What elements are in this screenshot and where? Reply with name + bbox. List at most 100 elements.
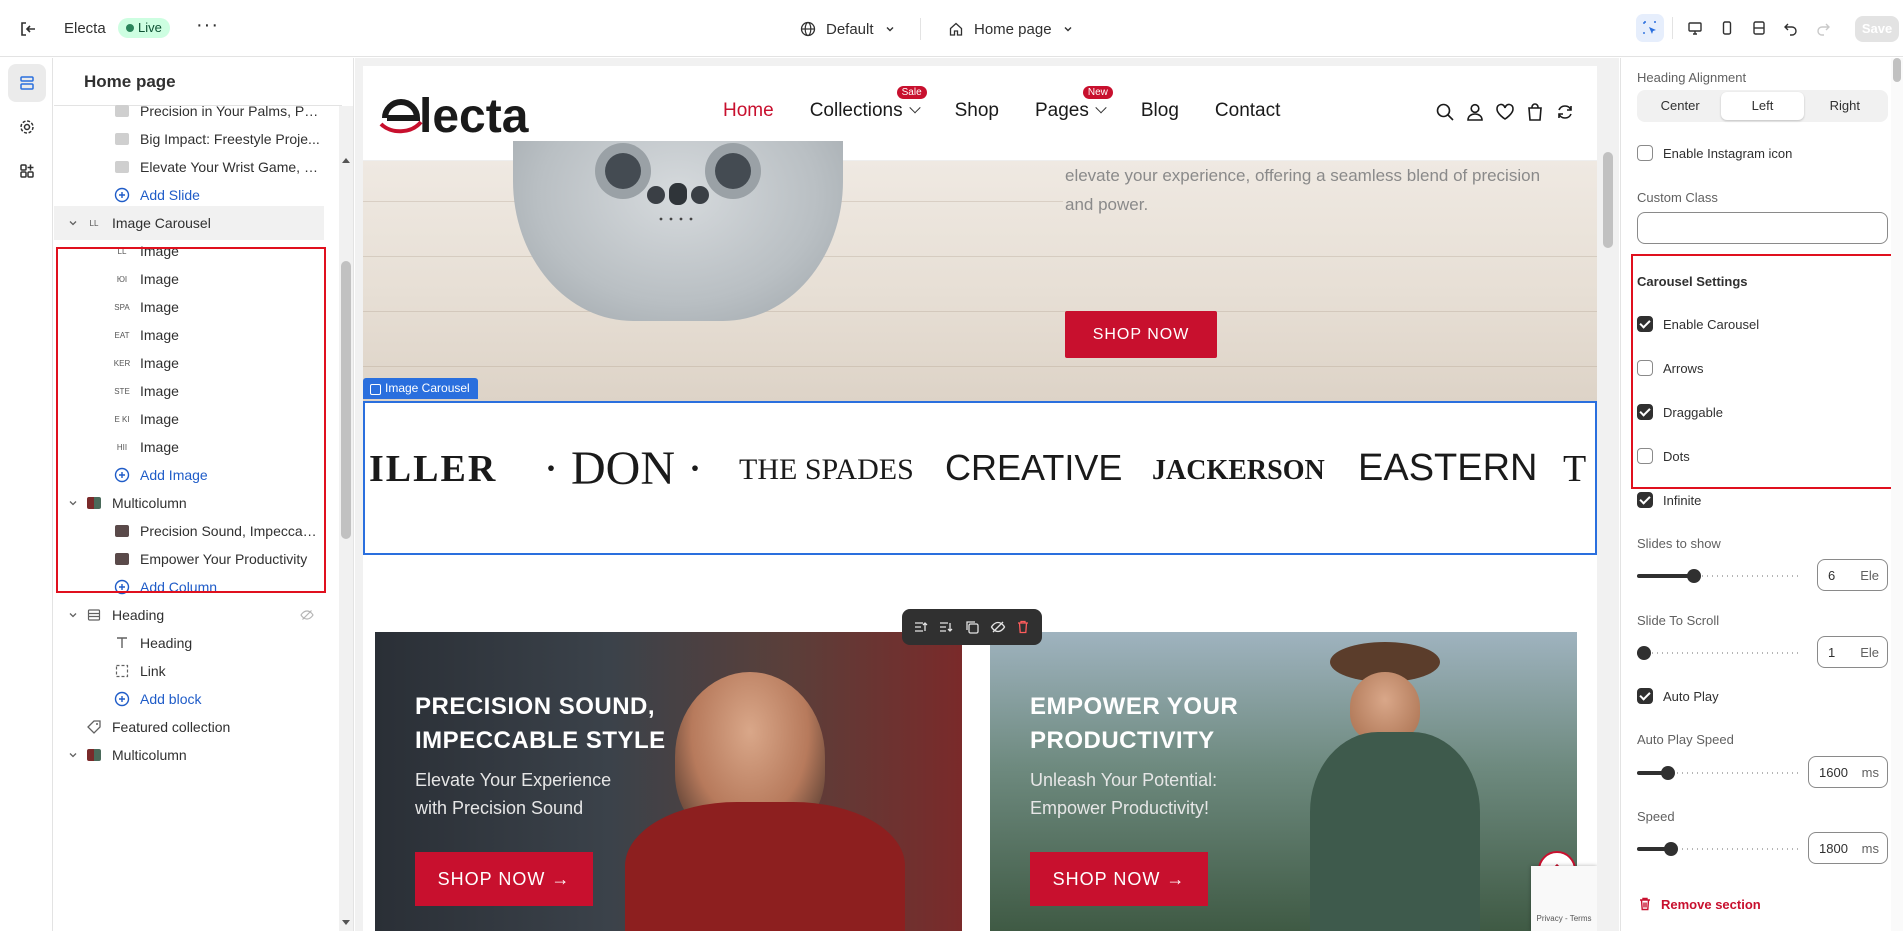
chevron-down-icon[interactable] [68,218,78,228]
slides-to-show-value: 6 [1828,567,1836,583]
nav-item[interactable]: Pages New [1035,86,1113,122]
tree-item-label: Image Carousel [112,215,211,231]
slides-to-show-slider[interactable] [1637,568,1801,584]
arrows-checkbox[interactable] [1637,360,1653,376]
move-down-icon[interactable] [938,619,954,635]
align-left-option[interactable]: Left [1721,92,1804,120]
account-icon[interactable] [1465,102,1485,122]
banner-subtitle-line: Empower Productivity! [1030,798,1210,818]
hide-eye-icon[interactable] [990,619,1006,635]
full-width-view-icon[interactable] [1745,14,1773,42]
slide-to-scroll-slider[interactable] [1637,645,1801,661]
page-selector[interactable]: Home page [948,19,1074,39]
desktop-view-icon[interactable] [1681,14,1709,42]
slider-knob[interactable] [1664,842,1678,856]
unit-label: ms [1861,840,1879,856]
tree-scrollbar[interactable] [339,106,353,931]
chevron-down-icon[interactable] [68,750,78,760]
banner-shop-now-button[interactable]: SHOP NOW → [1030,852,1208,906]
search-icon[interactable] [1435,102,1455,122]
settings-scrollbar[interactable] [1891,58,1903,931]
scrollbar-thumb[interactable] [1893,58,1901,82]
chevron-down-icon [1095,102,1107,114]
exit-icon[interactable] [18,19,38,39]
cart-bag-icon[interactable] [1525,102,1545,122]
scrollbar-thumb[interactable] [1603,152,1613,248]
move-up-icon[interactable] [913,619,929,635]
nav-item[interactable]: Contact [1215,100,1280,122]
canvas-scrollbar[interactable] [1599,58,1617,931]
inspector-icon[interactable] [1636,14,1664,42]
auto-play-speed-input[interactable]: 1600 ms [1808,756,1888,788]
speed-value: 1800 [1819,840,1848,856]
slides-to-show-input[interactable]: 6 Ele [1817,559,1888,591]
auto-play-checkbox[interactable] [1637,688,1653,704]
brand-logo[interactable]: THE SPADES [739,453,914,487]
align-right-option[interactable]: Right [1804,92,1886,120]
hero-shop-now-button[interactable]: SHOP NOW [1065,311,1217,358]
image-carousel[interactable]: ILLER · DON · THE SPADES CREATIVE JACKER… [363,401,1597,555]
tree-section-item[interactable]: Multicolumn [54,738,324,772]
heading-section-icon [86,607,102,623]
undo-icon[interactable] [1777,14,1805,42]
draggable-checkbox[interactable] [1637,404,1653,420]
slide-to-scroll-input[interactable]: 1 Ele [1817,636,1888,668]
hidden-eye-icon[interactable] [300,608,314,622]
brand-logo[interactable]: CREATIVE [945,447,1122,489]
brand-logo[interactable]: EASTERN [1358,447,1537,490]
duplicate-icon[interactable] [964,619,980,635]
speed-slider[interactable] [1637,841,1801,857]
delete-trash-icon[interactable] [1015,619,1031,635]
infinite-checkbox[interactable] [1637,492,1653,508]
sidebar-rail [0,58,53,931]
wishlist-heart-icon[interactable] [1495,102,1515,122]
nav-item[interactable]: Shop [955,100,999,122]
mobile-view-icon[interactable] [1713,14,1741,42]
dots-checkbox[interactable] [1637,448,1653,464]
more-actions-icon[interactable]: ··· [196,15,218,39]
redo-icon[interactable] [1809,14,1837,42]
slider-knob[interactable] [1637,646,1651,660]
store-logo[interactable]: lecta [379,84,539,140]
recaptcha-badge[interactable]: Privacy - Terms [1531,866,1597,931]
speed-input[interactable]: 1800 ms [1808,832,1888,864]
auto-play-speed-slider[interactable] [1637,765,1801,781]
nav-item[interactable]: Blog [1141,100,1179,122]
theme-selector[interactable]: Default [800,19,896,39]
brand-logo[interactable]: JACKERSON [1152,455,1325,487]
instagram-checkbox[interactable] [1637,145,1653,161]
nav-item-label: Home [723,100,774,121]
store-header-icons [1435,102,1575,122]
tag-icon [86,719,102,735]
trash-icon [1640,897,1650,911]
brand-logo[interactable]: T [1563,447,1586,491]
brand-logo[interactable]: · DON · [543,441,703,496]
nav-badge: Sale [896,86,927,99]
nav-item-label: Blog [1140,100,1179,121]
banner-shop-now-button[interactable]: SHOP NOW → [415,852,593,906]
gear-icon[interactable] [8,108,46,146]
section-settings-panel: Heading Alignment Center Left Right Enab… [1620,58,1903,931]
save-button[interactable]: Save [1855,16,1899,42]
scroll-down-arrow[interactable] [342,920,350,925]
custom-class-input[interactable] [1637,212,1888,244]
scroll-up-arrow[interactable] [342,158,350,163]
remove-section-button[interactable]: Remove section [1637,896,1761,912]
tree-item-label: Big Impact: Freestyle Proje... [140,131,320,147]
banner-title-line: PRECISION SOUND, [415,693,656,720]
compare-refresh-icon[interactable] [1555,102,1575,122]
unit-label: Ele [1860,644,1879,660]
section-label-tag[interactable]: Image Carousel [363,378,478,399]
dots-label: Dots [1663,449,1690,464]
nav-item[interactable]: Home [723,100,774,122]
chevron-down-icon[interactable] [68,610,78,620]
nav-item[interactable]: Collections Sale [810,86,927,122]
slider-knob[interactable] [1661,766,1675,780]
apps-icon[interactable] [8,152,46,190]
sections-icon[interactable] [8,64,46,102]
align-center-option[interactable]: Center [1639,92,1721,120]
slider-knob[interactable] [1686,569,1701,583]
brand-logo[interactable]: ILLER [369,447,497,491]
scrollbar-thumb[interactable] [341,261,351,539]
enable-carousel-checkbox[interactable] [1637,316,1653,332]
